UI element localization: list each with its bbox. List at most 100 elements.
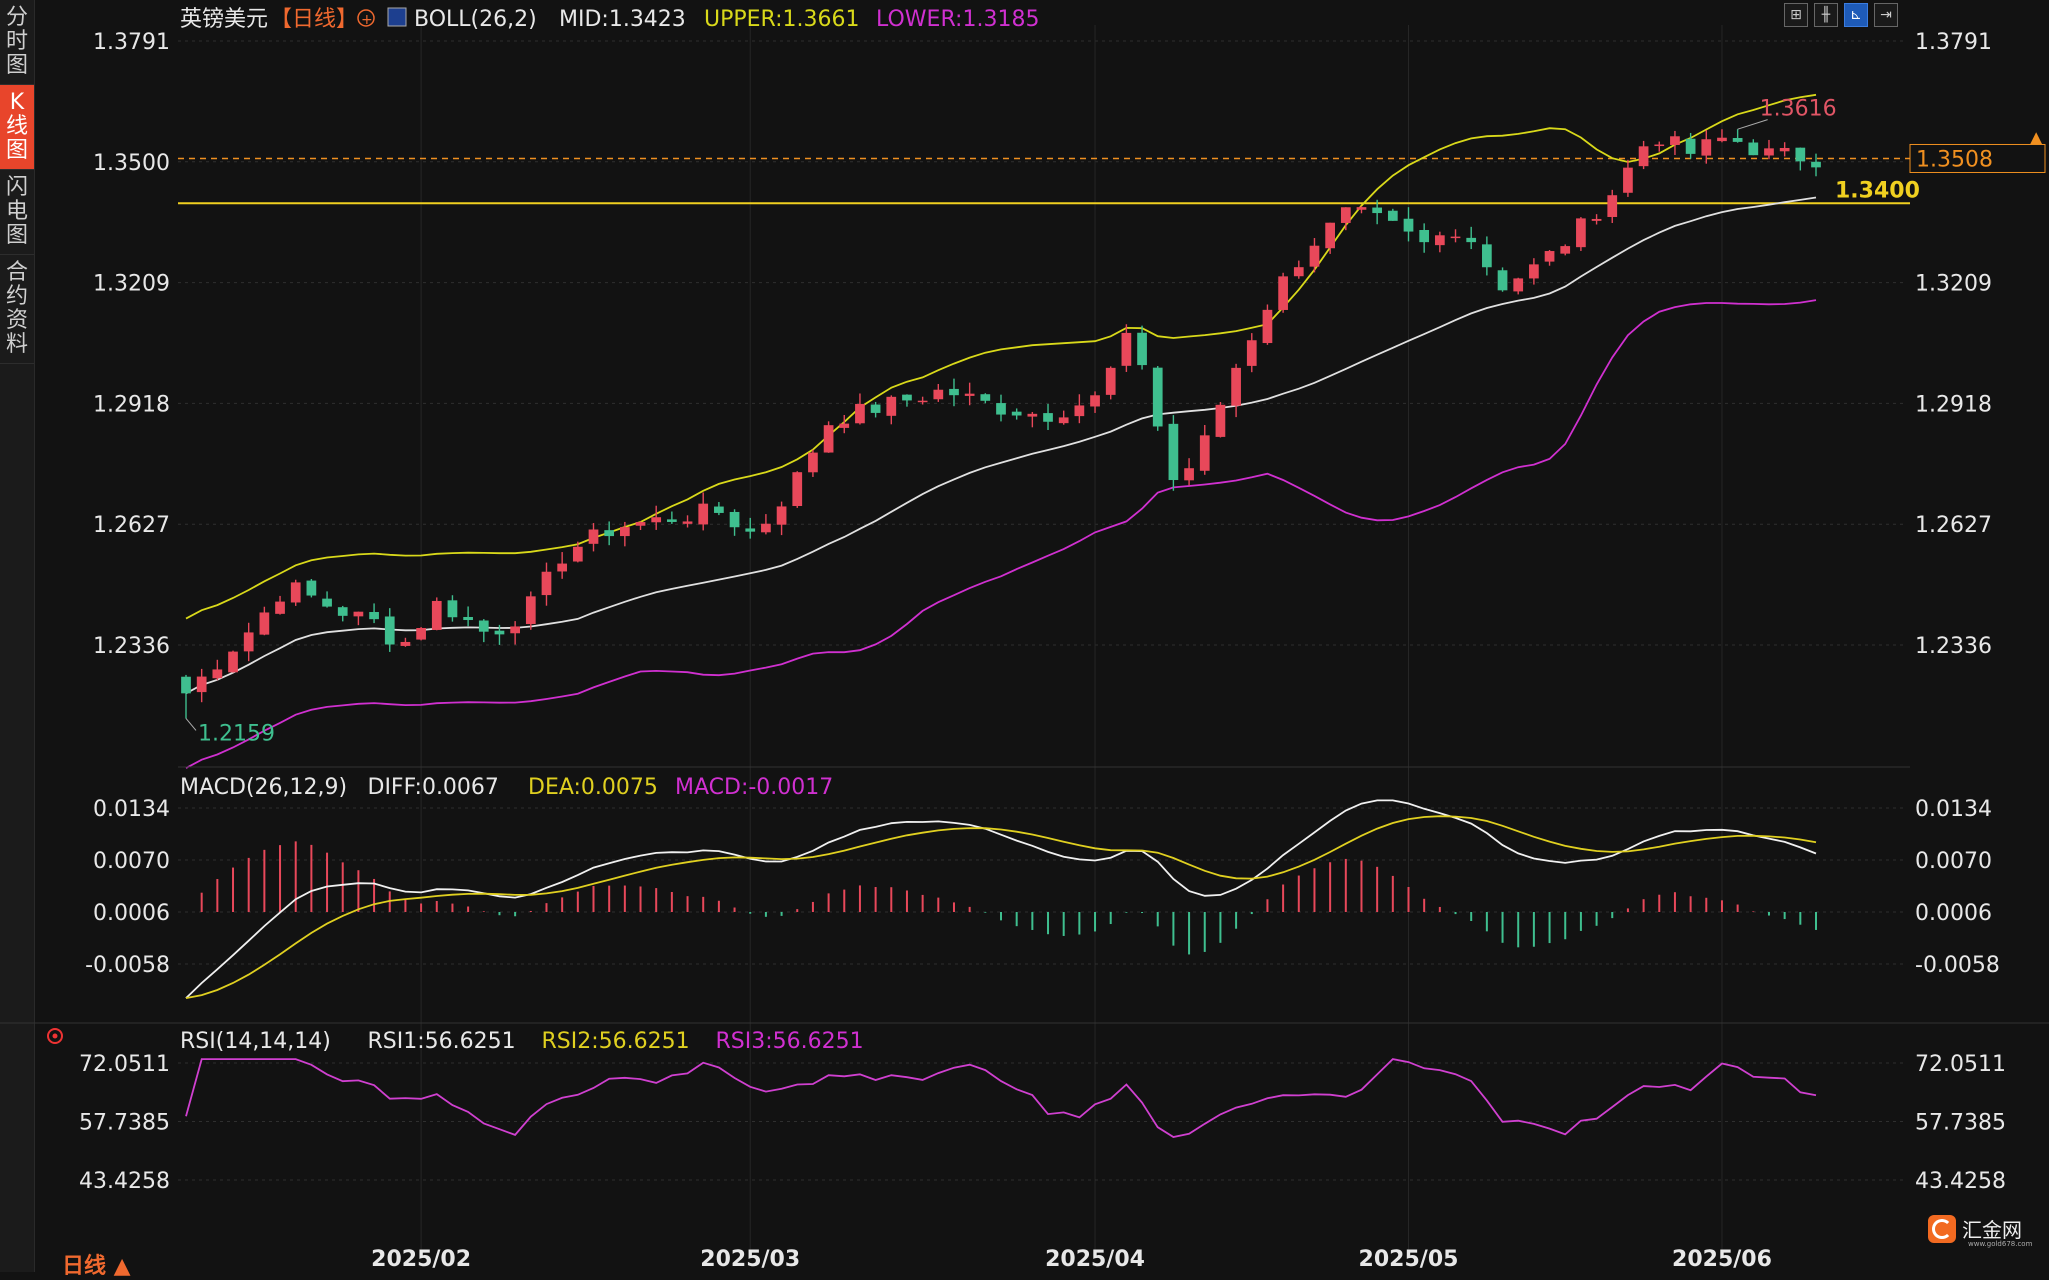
candle-body: [353, 611, 364, 617]
candle-body: [1764, 148, 1774, 156]
candle-body: [1325, 222, 1335, 249]
x-tick-label: 2025/06: [1672, 1247, 1772, 1272]
candle-body: [478, 620, 489, 632]
boll-upper-line: [185, 93, 1817, 620]
candle-body: [1309, 245, 1320, 267]
candle-body: [1403, 218, 1414, 232]
candle-body: [1638, 146, 1649, 167]
candle-body: [604, 530, 615, 537]
candle-body: [996, 403, 1006, 415]
candle-body: [1544, 251, 1555, 262]
candle-body: [196, 676, 207, 693]
candle-body: [369, 612, 379, 620]
y-tick-right: 1.2336: [1915, 634, 1992, 659]
candle-body: [635, 522, 646, 526]
y-tick-right: 1.2627: [1915, 513, 1992, 538]
candle-body: [1482, 244, 1492, 268]
candle-body: [1811, 161, 1821, 168]
candle-body: [416, 627, 426, 640]
candle-body: [651, 517, 662, 523]
candle-body: [1246, 340, 1257, 366]
candle-body: [1748, 142, 1759, 156]
logo-name: 汇金网: [1962, 1218, 2022, 1242]
period-tag: 【日线】: [270, 7, 358, 32]
candle-body: [980, 394, 991, 401]
y-tick-left: 1.3500: [93, 151, 170, 176]
last-price-arrow-icon: ▲: [2030, 127, 2043, 146]
kline-chart[interactable]: 1.37911.37911.35001.35001.32091.32091.29…: [0, 0, 2049, 1272]
candle-body: [1262, 309, 1273, 344]
candle-body: [1340, 207, 1351, 223]
macd-y-tick-right: -0.0058: [1915, 953, 2000, 978]
candle-body: [494, 630, 505, 635]
candle-body: [525, 596, 536, 625]
candle-body: [902, 394, 912, 401]
candle-body: [1670, 136, 1680, 145]
candle-body: [1121, 332, 1132, 366]
y-tick-left: 1.3791: [93, 30, 170, 55]
candle-body: [1387, 210, 1398, 221]
boll-mid-value: MID:1.3423: [559, 7, 686, 32]
candle-body: [808, 452, 818, 473]
candle-body: [776, 506, 787, 525]
candle-body: [1027, 413, 1038, 417]
candle-body: [1137, 332, 1147, 366]
candle-body: [917, 400, 928, 403]
boll-upper-value: UPPER:1.3661: [704, 7, 860, 32]
candle-body: [619, 527, 630, 537]
rsi-y-tick-right: 57.7385: [1915, 1110, 2006, 1135]
candle-body: [588, 529, 599, 544]
low-label-leader: [185, 718, 197, 731]
candle-body: [1278, 276, 1288, 310]
candle-body: [1607, 195, 1618, 217]
candle-body: [823, 425, 834, 453]
boll-label: BOLL(26,2): [414, 7, 537, 32]
candlestick-type-icon[interactable]: ╫: [1814, 3, 1838, 27]
y-tick-right: 1.3791: [1915, 30, 1992, 55]
candle-body: [228, 651, 238, 673]
macd-y-tick: -0.0058: [85, 953, 170, 978]
candle-body: [1560, 246, 1571, 254]
rsi-y-tick: 43.4258: [79, 1169, 170, 1194]
support-line-label: 1.3400: [1835, 178, 1920, 203]
macd-y-tick: 0.0006: [93, 901, 170, 926]
boll-lower-value: LOWER:1.3185: [876, 7, 1039, 32]
candle-body: [1466, 237, 1477, 243]
high-label: 1.3616: [1760, 97, 1837, 122]
candle-body: [1654, 144, 1665, 147]
candle-body: [1685, 138, 1696, 154]
candle-body: [855, 403, 865, 424]
grid-layout-icon[interactable]: ⊞: [1784, 3, 1808, 27]
indicator-icon[interactable]: ⊾: [1844, 3, 1868, 27]
period-selector[interactable]: 日线 ▲: [62, 1248, 131, 1280]
candle-body: [290, 582, 301, 603]
candle-body: [447, 600, 458, 618]
candle-body: [714, 506, 724, 513]
candle-body: [792, 472, 803, 507]
rsi-line: [185, 1058, 1817, 1138]
candle-body: [761, 523, 771, 533]
x-tick-label: 2025/02: [371, 1247, 471, 1272]
candle-body: [839, 423, 850, 428]
macd-value: MACD:-0.0017: [675, 775, 833, 800]
rsi3-value: RSI3:56.6251: [716, 1029, 864, 1054]
candle-body: [541, 571, 552, 596]
x-tick-label: 2025/05: [1359, 1247, 1459, 1272]
candle-body: [384, 616, 395, 645]
candle-body: [1372, 207, 1383, 214]
y-tick-left: 1.2918: [93, 392, 170, 417]
exit-fullscreen-icon[interactable]: ⇥: [1874, 3, 1898, 27]
low-label: 1.2159: [198, 721, 275, 746]
rsi2-value: RSI2:56.6251: [542, 1029, 690, 1054]
candle-body: [1434, 235, 1445, 246]
macd-y-tick: 0.0070: [93, 849, 170, 874]
plus-sign: +: [361, 12, 373, 28]
boll-mid-line: [185, 196, 1817, 695]
symbol-name: 英镑美元: [180, 7, 268, 32]
y-tick-right: 1.3209: [1915, 272, 1992, 297]
candle-body: [1058, 417, 1069, 424]
candle-body: [745, 528, 756, 532]
candle-body: [212, 669, 223, 679]
candle-body: [1043, 413, 1053, 422]
candle-body: [1199, 435, 1210, 471]
